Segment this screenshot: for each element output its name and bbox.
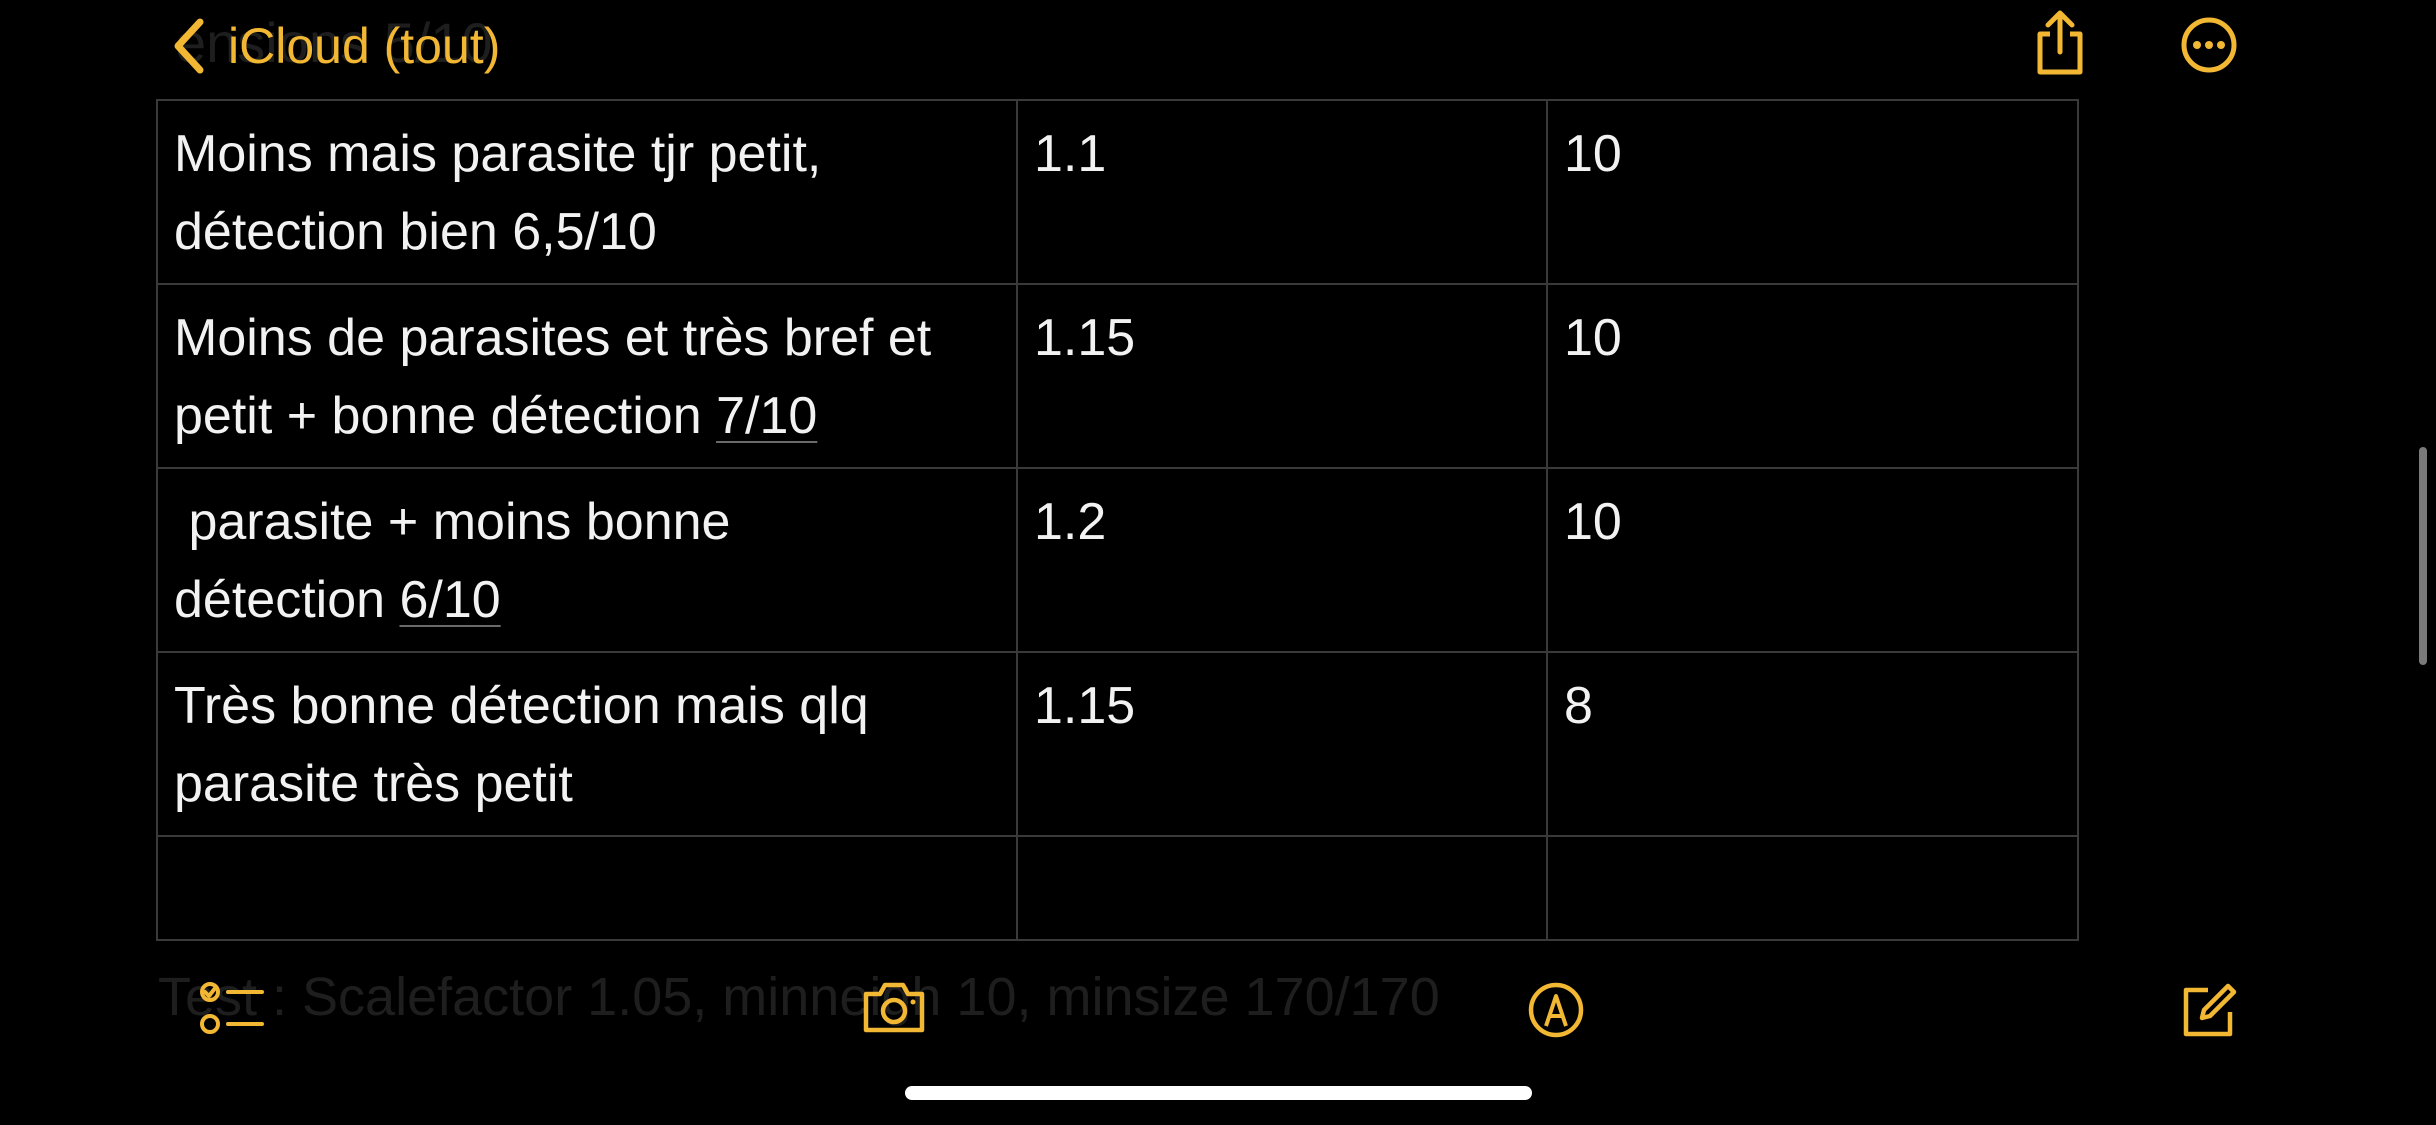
cell-text: parasite + moins bonne xyxy=(174,493,731,551)
table-cell[interactable]: 10 xyxy=(1546,467,2079,653)
table-cell[interactable]: 1.1 xyxy=(1016,99,1548,285)
chevron-left-icon xyxy=(174,18,204,74)
cell-text: Très bonne détection mais qlq xyxy=(174,677,869,735)
share-icon[interactable] xyxy=(2032,10,2088,76)
table-row: Moins mais parasite tjr petit, détection… xyxy=(156,99,2079,285)
table-cell[interactable] xyxy=(1016,835,1548,941)
cell-text: petit + bonne détection xyxy=(174,387,717,445)
table-cell[interactable]: 10 xyxy=(1546,99,2079,285)
camera-icon[interactable] xyxy=(862,980,926,1034)
table-row: Moins de parasites et très bref et petit… xyxy=(156,283,2079,469)
note-text-faded: Test : Scalefactor 1.05, minneigh 10, mi… xyxy=(158,967,1440,1027)
scroll-indicator[interactable] xyxy=(2419,447,2427,665)
cell-text-score: 6/10 xyxy=(399,571,501,629)
cell-text: détection bien 6,5/10 xyxy=(174,203,657,261)
markup-icon[interactable] xyxy=(1528,982,1584,1038)
table-cell[interactable]: Très bonne détection mais qlq parasite t… xyxy=(156,651,1018,837)
table-cell[interactable]: 1.2 xyxy=(1016,467,1548,653)
table-cell[interactable] xyxy=(156,835,1018,941)
cell-text: Moins mais parasite tjr petit, xyxy=(174,125,822,183)
table-cell[interactable]: 1.15 xyxy=(1016,651,1548,837)
cell-text: Moins de parasites et très bref et xyxy=(174,309,932,367)
table-cell[interactable]: parasite + moins bonne détection 6/10 xyxy=(156,467,1018,653)
table-cell[interactable]: 1.15 xyxy=(1016,283,1548,469)
note-table[interactable]: Moins mais parasite tjr petit, détection… xyxy=(156,99,2079,941)
table-row-empty xyxy=(156,835,2079,941)
cell-text-score: 7/10 xyxy=(716,387,818,445)
table-cell[interactable]: Moins de parasites et très bref et petit… xyxy=(156,283,1018,469)
table-row: parasite + moins bonne détection 6/10 1.2… xyxy=(156,467,2079,653)
table-row: Très bonne détection mais qlq parasite t… xyxy=(156,651,2079,837)
table-cell[interactable]: Moins mais parasite tjr petit, détection… xyxy=(156,99,1018,285)
back-button-label: iCloud (tout) xyxy=(228,18,501,74)
cell-text: détection xyxy=(174,571,400,629)
back-button[interactable]: iCloud (tout) xyxy=(172,14,500,78)
cell-text: parasite très petit xyxy=(174,755,573,813)
compose-icon[interactable] xyxy=(2180,982,2238,1038)
more-icon[interactable] xyxy=(2180,16,2238,74)
checklist-icon[interactable] xyxy=(200,980,266,1036)
table-cell[interactable] xyxy=(1546,835,2079,941)
table-cell[interactable]: 10 xyxy=(1546,283,2079,469)
notes-screen: ensions 5/10 iCloud (tout) Moins mais pa… xyxy=(0,0,2436,1125)
table-cell[interactable]: 8 xyxy=(1546,651,2079,837)
home-indicator[interactable] xyxy=(905,1086,1532,1100)
